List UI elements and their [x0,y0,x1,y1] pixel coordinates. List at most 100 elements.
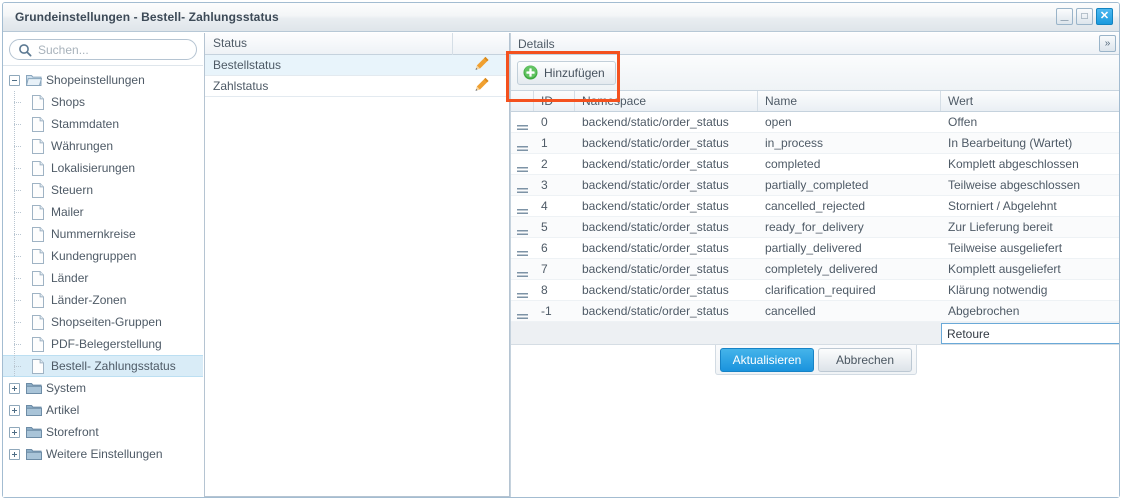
cell-namespace: backend/static/order_status [582,199,729,213]
folder-icon [26,447,42,462]
details-row[interactable]: 6 backend/static/order_status partially_de… [511,238,1119,259]
status-action-column-header[interactable] [453,33,509,55]
details-row[interactable]: 0 backend/static/order_status open Offen [511,112,1119,133]
details-row[interactable]: 8 backend/static/order_status clarificatio… [511,280,1119,301]
file-icon [31,270,47,286]
cell-wert: Komplett abgeschlossen [948,157,1079,171]
edit-action-buttons: Aktualisieren Abbrechen [715,345,917,375]
status-grid-header: Status [205,32,509,55]
collapse-panel-button[interactable]: » [1099,35,1116,52]
details-row[interactable]: 1 backend/static/order_status in_process In… [511,133,1119,154]
close-button[interactable]: ✕ [1096,8,1113,25]
tree-item-label: Bestell- Zahlungsstatus [51,359,176,373]
search-input[interactable]: Suchen... [38,43,196,57]
expand-icon[interactable] [9,404,20,416]
row-handle-cell[interactable] [511,196,534,216]
collapse-icon[interactable] [9,74,20,86]
details-row[interactable]: 4 backend/static/order_status cancelled_re… [511,196,1119,217]
expand-icon[interactable] [9,382,20,394]
search-box[interactable]: Suchen... [9,39,197,60]
search-icon [18,43,32,57]
update-button[interactable]: Aktualisieren [720,347,814,372]
tree-item-label: Nummernkreise [51,227,136,241]
tree-item-weitere-einstellungen[interactable]: Weitere Einstellungen [3,443,203,465]
window-controls: _ □ ✕ [1056,6,1113,25]
row-drag-handle-icon[interactable] [516,286,529,298]
tree-connector [9,201,21,223]
status-row[interactable]: Zahlstatus [205,76,509,97]
column-header-handle[interactable] [511,91,534,111]
cell-id: -1 [541,304,552,318]
column-header-wert[interactable]: Wert [941,91,1119,111]
file-icon [31,226,47,242]
row-handle-cell[interactable] [511,112,534,132]
row-handle-cell[interactable] [511,175,534,195]
row-drag-handle-icon[interactable] [516,118,529,130]
tree-item-label: Artikel [46,403,80,417]
tree-connector [9,157,21,179]
cancel-button[interactable]: Abbrechen [818,347,912,372]
tree-connector [9,289,21,311]
row-handle-cell[interactable] [511,301,534,321]
details-row[interactable]: 2 backend/static/order_status completed Kom… [511,154,1119,175]
tree-item-bestell-zahlungsstatus[interactable]: Bestell- Zahlungsstatus [3,355,203,377]
wert-edit-input[interactable] [941,323,1119,344]
expand-icon[interactable] [9,448,20,460]
column-header-id[interactable]: ID [534,91,575,111]
maximize-button[interactable]: □ [1076,8,1093,25]
add-button[interactable]: Hinzufügen [517,60,616,85]
tree-item-artikel[interactable]: Artikel [3,399,203,421]
tree-item-nummernkreise[interactable]: Nummernkreise [3,223,203,245]
tree-item-pdf-belegerstellung[interactable]: PDF-Belegerstellung [3,333,203,355]
row-drag-handle-icon[interactable] [516,202,529,214]
tree-item-storefront[interactable]: Storefront [3,421,203,443]
cell-name: ready_for_delivery [765,220,864,234]
tree-item-shopeinstellungen[interactable]: Shopeinstellungen [3,69,203,91]
row-drag-handle-icon[interactable] [516,307,529,319]
window-body: Suchen... Shopeinstellungen Shops Stammdat… [3,32,1119,497]
row-handle-cell[interactable] [511,133,534,153]
minimize-icon: _ [1060,6,1069,22]
column-header-name[interactable]: Name [758,91,941,111]
tree-item-shopseiten-gruppen[interactable]: Shopseiten-Gruppen [3,311,203,333]
tree-item-system[interactable]: System [3,377,203,399]
tree-item-w-hrungen[interactable]: Währungen [3,135,203,157]
tree-item-label: System [46,381,87,395]
row-drag-handle-icon[interactable] [516,139,529,151]
tree-item-stammdaten[interactable]: Stammdaten [3,113,203,135]
minimize-button[interactable]: _ [1056,6,1073,25]
details-row[interactable]: 3 backend/static/order_status partially_co… [511,175,1119,196]
details-row[interactable]: 5 backend/static/order_status ready_for_de… [511,217,1119,238]
tree-item-kundengruppen[interactable]: Kundengruppen [3,245,203,267]
file-icon [31,248,47,264]
row-handle-cell[interactable] [511,280,534,300]
row-handle-cell[interactable] [511,259,534,279]
status-grid-body: Bestellstatus Zahlstatus [205,55,509,97]
column-header-namespace[interactable]: Namespace [575,91,758,111]
status-column-header[interactable]: Status [205,32,453,55]
tree-item-l-nder-zonen[interactable]: Länder-Zonen [3,289,203,311]
cell-name: partially_completed [765,178,869,192]
details-row[interactable]: 7 backend/static/order_status completely_d… [511,259,1119,280]
row-handle-cell[interactable] [511,238,534,258]
cell-id: 2 [541,157,548,171]
tree-item-lokalisierungen[interactable]: Lokalisierungen [3,157,203,179]
expand-icon[interactable] [9,426,20,438]
edit-status-button[interactable] [453,77,509,96]
tree-item-steuern[interactable]: Steuern [3,179,203,201]
status-row[interactable]: Bestellstatus [205,55,509,76]
row-handle-cell[interactable] [511,217,534,237]
tree-item-shops[interactable]: Shops [3,91,203,113]
row-drag-handle-icon[interactable] [516,265,529,277]
row-drag-handle-icon[interactable] [516,244,529,256]
row-drag-handle-icon[interactable] [516,223,529,235]
details-row[interactable]: -1 backend/static/order_status cancelled Ab… [511,301,1119,322]
tree-item-l-nder[interactable]: Länder [3,267,203,289]
edit-status-button[interactable] [453,56,509,75]
tree-item-mailer[interactable]: Mailer [3,201,203,223]
row-handle-cell[interactable] [511,154,534,174]
row-drag-handle-icon[interactable] [516,160,529,172]
edit-action-bar: Aktualisieren Abbrechen [511,345,1119,377]
row-drag-handle-icon[interactable] [516,181,529,193]
file-icon [31,336,47,352]
